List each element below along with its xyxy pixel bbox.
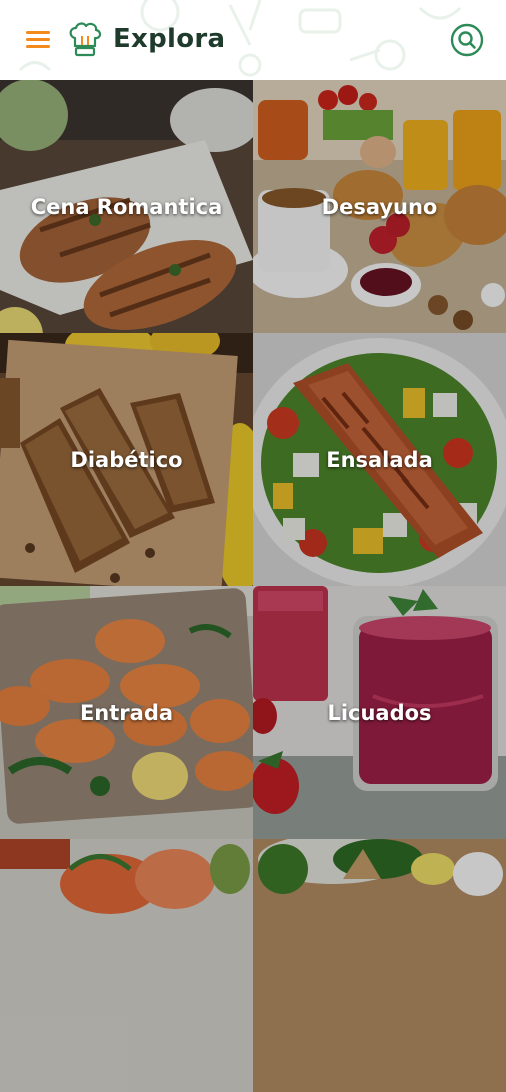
category-tile-partial[interactable] <box>253 839 506 1092</box>
chef-hat-logo-icon <box>69 22 102 57</box>
category-label: Cena Romantica <box>30 194 223 219</box>
category-label: Desayuno <box>321 194 438 219</box>
app-title: Explora <box>113 24 226 54</box>
category-grid: Cena Romantica Desayuno Diabético Ensala… <box>0 80 506 1092</box>
category-label: Diabético <box>70 447 183 472</box>
menu-line <box>26 38 50 41</box>
search-icon[interactable] <box>450 23 484 57</box>
menu-line <box>26 31 50 34</box>
category-label: Entrada <box>79 700 174 725</box>
category-tile-cena-romantica[interactable]: Cena Romantica <box>0 80 253 333</box>
tile-overlay <box>253 839 506 1092</box>
category-tile-partial[interactable] <box>0 839 253 1092</box>
category-tile-diabetico[interactable]: Diabético <box>0 333 253 586</box>
category-label: Ensalada <box>326 447 433 472</box>
category-tile-ensalada[interactable]: Ensalada <box>253 333 506 586</box>
category-tile-licuados[interactable]: Licuados <box>253 586 506 839</box>
tile-overlay <box>0 839 253 1092</box>
category-label: Licuados <box>327 700 432 725</box>
menu-button[interactable] <box>24 27 52 51</box>
category-tile-desayuno[interactable]: Desayuno <box>253 80 506 333</box>
app-bar: Explora <box>0 0 506 80</box>
menu-line <box>26 45 50 48</box>
category-tile-entrada[interactable]: Entrada <box>0 586 253 839</box>
